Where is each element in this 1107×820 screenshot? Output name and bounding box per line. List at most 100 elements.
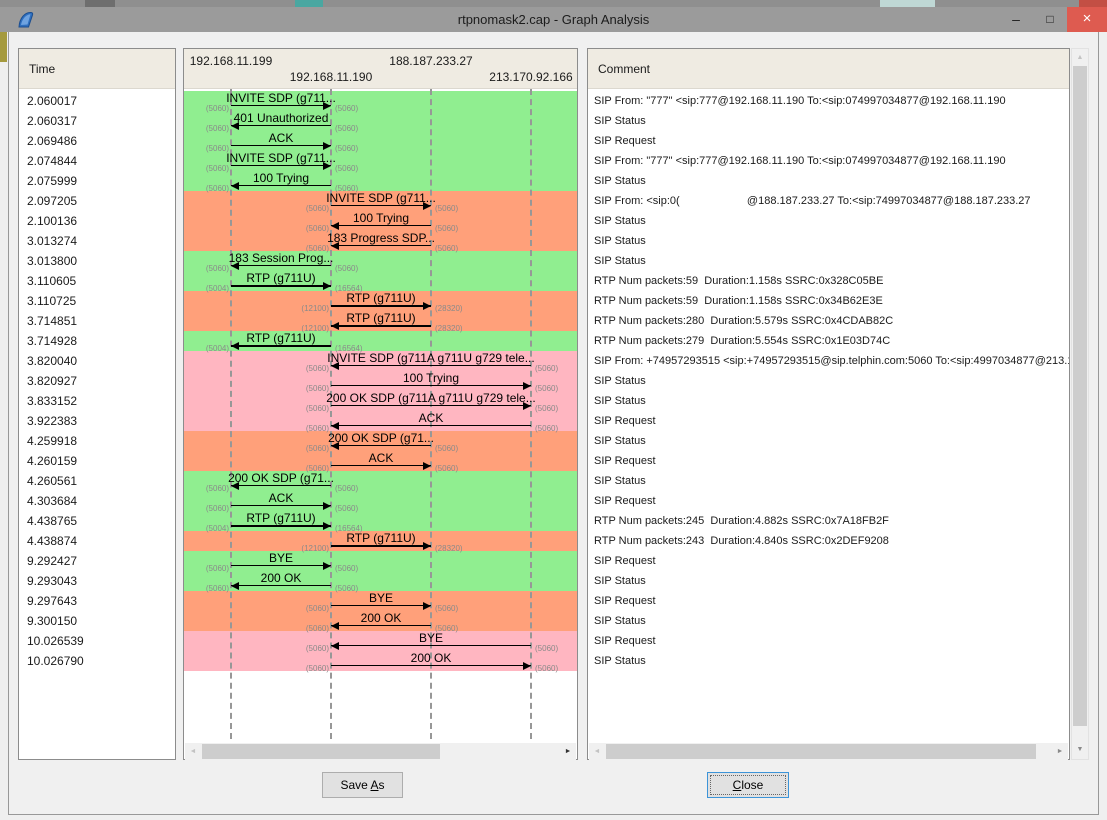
comment-scrollbar-thumb[interactable] (606, 744, 1036, 759)
close-button[interactable]: Close (707, 772, 789, 798)
scroll-right-icon[interactable]: ► (1052, 743, 1068, 760)
comment-text[interactable]: RTP Num packets:59 Duration:1.158s SSRC:… (588, 271, 1069, 291)
comment-text[interactable]: SIP Request (588, 451, 1069, 471)
comment-text[interactable]: SIP Request (588, 411, 1069, 431)
flow-arrow-row[interactable]: RTP (g711U)(12100)(28320) (184, 531, 577, 551)
time-value[interactable]: 2.074844 (19, 151, 175, 171)
time-value[interactable]: 3.714851 (19, 311, 175, 331)
flow-arrow-row[interactable]: INVITE SDP (g711...(5060)(5060) (184, 151, 577, 171)
flow-arrow-row[interactable]: ACK(5060)(5060) (184, 131, 577, 151)
flow-arrow-row[interactable]: RTP (g711U)(5004)(16564) (184, 511, 577, 531)
time-value[interactable]: 4.438765 (19, 511, 175, 531)
comment-text[interactable]: SIP From: "777" <sip:777@192.168.11.190 … (588, 151, 1069, 171)
save-as-button[interactable]: Save As (322, 772, 403, 798)
flow-arrow-row[interactable]: 200 OK(5060)(5060) (184, 611, 577, 631)
comment-text[interactable]: SIP Status (588, 431, 1069, 451)
time-value[interactable]: 4.303684 (19, 491, 175, 511)
comment-text[interactable]: SIP From: +74957293515 <sip:+74957293515… (588, 351, 1069, 371)
comment-text[interactable]: RTP Num packets:59 Duration:1.158s SSRC:… (588, 291, 1069, 311)
flow-arrow-row[interactable]: RTP (g711U)(5004)(16564) (184, 271, 577, 291)
flow-arrow-row[interactable]: 100 Trying(5060)(5060) (184, 371, 577, 391)
comment-text[interactable]: RTP Num packets:280 Duration:5.579s SSRC… (588, 311, 1069, 331)
maximize-button[interactable]: □ (1033, 7, 1067, 32)
comment-text[interactable]: SIP Status (588, 571, 1069, 591)
comment-text[interactable]: SIP Status (588, 211, 1069, 231)
scroll-left-icon[interactable]: ◄ (185, 743, 201, 760)
comment-text[interactable]: SIP Status (588, 231, 1069, 251)
comment-text[interactable]: SIP Status (588, 611, 1069, 631)
time-value[interactable]: 3.833152 (19, 391, 175, 411)
flow-arrow-row[interactable]: 200 OK(5060)(5060) (184, 651, 577, 671)
flow-arrow-row[interactable]: BYE(5060)(5060) (184, 551, 577, 571)
scroll-left-icon[interactable]: ◄ (589, 743, 605, 760)
title-bar[interactable]: rtpnomask2.cap - Graph Analysis – □ × (0, 7, 1107, 32)
scroll-down-icon[interactable]: ▼ (1072, 742, 1088, 758)
flow-arrow-row[interactable]: 183 Session Prog...(5060)(5060) (184, 251, 577, 271)
time-value[interactable]: 4.260561 (19, 471, 175, 491)
time-value[interactable]: 9.292427 (19, 551, 175, 571)
flow-arrow-row[interactable]: 200 OK SDP (g71...(5060)(5060) (184, 471, 577, 491)
scroll-up-icon[interactable]: ▲ (1072, 50, 1088, 66)
comment-text[interactable]: RTP Num packets:243 Duration:4.840s SSRC… (588, 531, 1069, 551)
time-value[interactable]: 9.293043 (19, 571, 175, 591)
comment-text[interactable]: RTP Num packets:279 Duration:5.554s SSRC… (588, 331, 1069, 351)
comment-horizontal-scrollbar[interactable]: ◄ ► (589, 743, 1068, 760)
comment-text[interactable]: SIP Status (588, 371, 1069, 391)
flow-arrow-row[interactable]: ACK(5060)(5060) (184, 491, 577, 511)
flow-arrow-row[interactable]: 100 Trying(5060)(5060) (184, 171, 577, 191)
time-value[interactable]: 3.013274 (19, 231, 175, 251)
flow-arrow-row[interactable]: BYE(5060)(5060) (184, 631, 577, 651)
time-value[interactable]: 3.110605 (19, 271, 175, 291)
comment-text[interactable]: SIP From: "777" <sip:777@192.168.11.190 … (588, 91, 1069, 111)
flow-arrow-row[interactable]: ACK(5060)(5060) (184, 411, 577, 431)
flow-arrow-row[interactable]: 200 OK(5060)(5060) (184, 571, 577, 591)
time-value[interactable]: 10.026539 (19, 631, 175, 651)
time-value[interactable]: 9.297643 (19, 591, 175, 611)
close-window-button[interactable]: × (1067, 7, 1107, 32)
comment-text[interactable]: SIP Request (588, 631, 1069, 651)
graph-scrollbar-thumb[interactable] (202, 744, 440, 759)
comment-text[interactable]: SIP Request (588, 591, 1069, 611)
flow-arrow-row[interactable]: RTP (g711U)(12100)(28320) (184, 311, 577, 331)
time-value[interactable]: 2.075999 (19, 171, 175, 191)
vertical-scrollbar-thumb[interactable] (1073, 66, 1087, 726)
time-value[interactable]: 3.820040 (19, 351, 175, 371)
flow-arrow-row[interactable]: 401 Unauthorized(5060)(5060) (184, 111, 577, 131)
time-value[interactable]: 2.097205 (19, 191, 175, 211)
flow-arrow-row[interactable]: RTP (g711U)(5004)(16564) (184, 331, 577, 351)
flow-arrow-row[interactable]: INVITE SDP (g711...(5060)(5060) (184, 191, 577, 211)
time-value[interactable]: 4.438874 (19, 531, 175, 551)
comment-text[interactable]: SIP Status (588, 251, 1069, 271)
comment-text[interactable]: SIP Status (588, 651, 1069, 671)
time-value[interactable]: 3.110725 (19, 291, 175, 311)
time-value[interactable]: 3.820927 (19, 371, 175, 391)
time-value[interactable]: 4.260159 (19, 451, 175, 471)
time-value[interactable]: 3.714928 (19, 331, 175, 351)
comment-text[interactable]: SIP Status (588, 111, 1069, 131)
flow-arrow-row[interactable]: 200 OK SDP (g711A g711U g729 tele...(506… (184, 391, 577, 411)
flow-arrow-row[interactable]: ACK(5060)(5060) (184, 451, 577, 471)
comment-text[interactable]: SIP Status (588, 171, 1069, 191)
comment-text[interactable]: SIP Status (588, 471, 1069, 491)
comment-text[interactable]: SIP From: <sip:0( @188.187.233.27 To:<si… (588, 191, 1069, 211)
flow-arrow-row[interactable]: 183 Progress SDP...(5060)(5060) (184, 231, 577, 251)
comment-text[interactable]: RTP Num packets:245 Duration:4.882s SSRC… (588, 511, 1069, 531)
flow-arrow-row[interactable]: INVITE SDP (g711...(5060)(5060) (184, 91, 577, 111)
time-value[interactable]: 2.100136 (19, 211, 175, 231)
comment-text[interactable]: SIP Request (588, 551, 1069, 571)
time-value[interactable]: 2.060317 (19, 111, 175, 131)
time-value[interactable]: 2.069486 (19, 131, 175, 151)
flow-arrow-row[interactable]: 100 Trying(5060)(5060) (184, 211, 577, 231)
comment-vertical-scrollbar[interactable]: ▲ ▼ (1071, 48, 1089, 760)
minimize-button[interactable]: – (999, 7, 1033, 32)
flow-arrow-row[interactable]: 200 OK SDP (g71...(5060)(5060) (184, 431, 577, 451)
time-value[interactable]: 4.259918 (19, 431, 175, 451)
time-value[interactable]: 9.300150 (19, 611, 175, 631)
time-value[interactable]: 3.013800 (19, 251, 175, 271)
time-value[interactable]: 3.922383 (19, 411, 175, 431)
comment-text[interactable]: SIP Request (588, 131, 1069, 151)
comment-text[interactable]: SIP Status (588, 391, 1069, 411)
time-value[interactable]: 2.060017 (19, 91, 175, 111)
flow-arrow-row[interactable]: BYE(5060)(5060) (184, 591, 577, 611)
time-value[interactable]: 10.026790 (19, 651, 175, 671)
